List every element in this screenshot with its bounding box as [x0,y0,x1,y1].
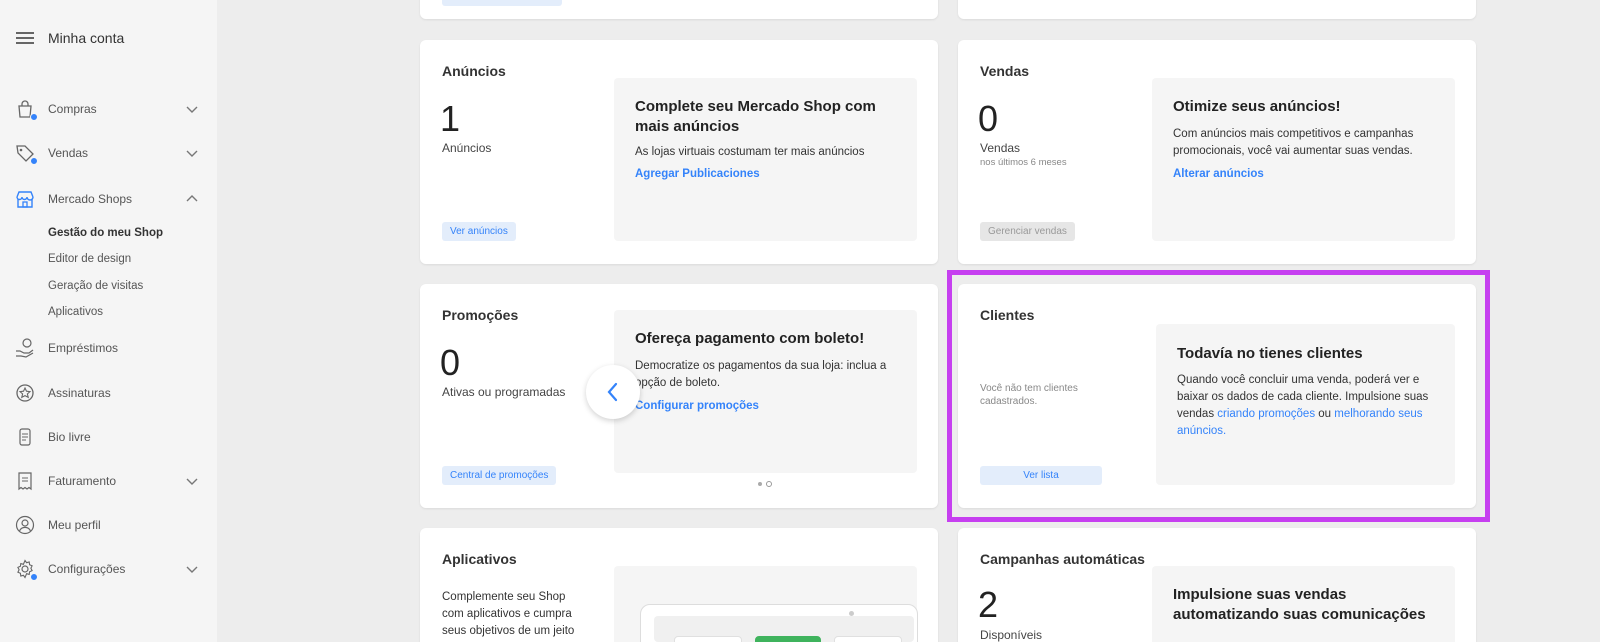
sidebar-header[interactable]: Minha conta [16,30,124,46]
vendas-count-sub: nos últimos 6 meses [980,157,1067,168]
alterar-anuncios-link[interactable]: Alterar anúncios [1173,168,1264,180]
sidebar-item-label: Compras [48,102,97,116]
agregar-publicaciones-link[interactable]: Agregar Publicaciones [635,168,760,180]
campanhas-card: Campanhas automáticas 2 Disponíveis Impu… [958,528,1476,642]
shopping-bag-icon [14,98,38,121]
chevron-up-icon[interactable] [185,192,199,206]
sidebar-item-emprestimos[interactable]: Empréstimos [14,336,199,360]
chevron-down-icon[interactable] [185,146,199,160]
gear-icon [14,558,38,581]
sidebar-subitem-aplicativos[interactable]: Aplicativos [48,306,103,318]
carousel-dot-active[interactable] [766,481,772,487]
central-promocoes-button[interactable]: Central de promoções [442,466,557,485]
sidebar-item-compras[interactable]: Compras [14,97,199,121]
star-badge-icon [14,382,36,404]
vendas-promo-panel: Otimize seus anúncios! Com anúncios mais… [1152,78,1455,241]
chevron-down-icon[interactable] [185,474,199,488]
sidebar-item-vendas[interactable]: Vendas [14,141,199,165]
promo-title: Impulsione suas vendas automatizando sua… [1173,586,1426,623]
vendas-count: 0 [978,98,999,139]
promocoes-card: Promoções 0 Ativas ou programadas Centra… [420,284,938,508]
sidebar-item-label: Mercado Shops [48,192,133,206]
card-title: Campanhas automáticas [980,551,1145,567]
sidebar-item-faturamento[interactable]: Faturamento [14,469,199,493]
promo-title: Otimize seus anúncios! [1173,98,1341,115]
carousel-prev-button[interactable] [586,365,640,419]
receipt-icon [14,470,36,492]
promocoes-promo-panel: Ofereça pagamento com boleto! Democratiz… [614,310,917,473]
sidebar-item-meu-perfil[interactable]: Meu perfil [14,513,199,537]
card-title: Vendas [980,63,1030,79]
promocoes-count: 0 [440,342,461,383]
menu-icon[interactable] [16,31,34,45]
sidebar-item-label: Bio livre [48,430,91,444]
vendas-card: Vendas 0 Vendas nos últimos 6 meses Gere… [958,40,1476,264]
chevron-down-icon[interactable] [185,102,199,116]
illustration-pill [834,636,902,642]
anuncios-promo-panel: Complete seu Mercado Shop com mais anúnc… [614,78,917,241]
sidebar: Minha conta Compras Vendas Mercado Shops… [0,0,217,642]
sidebar-item-bio-livre[interactable]: Bio livre [14,425,199,449]
campanhas-count: 2 [978,584,999,625]
sidebar-item-label: Assinaturas [48,386,111,400]
sidebar-item-assinaturas[interactable]: Assinaturas [14,381,199,405]
chevron-left-icon [607,382,618,402]
chevron-down-icon[interactable] [185,562,199,576]
sidebar-subitem-editor[interactable]: Editor de design [48,253,131,265]
sidebar-item-label: Vendas [48,146,89,160]
top-card-right [958,0,1476,19]
campanhas-count-label: Disponíveis [980,628,1043,642]
sidebar-subitem-visitas[interactable]: Geração de visitas [48,280,143,292]
anuncios-count-label: Anúncios [442,141,492,155]
sidebar-item-label: Meu perfil [48,518,101,532]
configurar-promocoes-link[interactable]: Configurar promoções [635,400,759,412]
notification-dot [30,157,38,165]
notification-dot [30,113,38,121]
anuncios-count: 1 [440,98,461,139]
anuncios-card: Anúncios 1 Anúncios Ver anúncios Complet… [420,40,938,264]
aplicativos-text: Complemente seu Shop com aplicativos e c… [442,591,575,637]
promo-title: Ofereça pagamento com boleto! [635,330,865,347]
user-icon [14,514,36,536]
card-title: Aplicativos [442,551,517,567]
sidebar-item-label: Faturamento [48,474,117,488]
top-card-chip[interactable] [442,0,562,6]
sidebar-item-mercado-shops[interactable]: Mercado Shops [14,187,199,211]
bio-icon [14,426,36,448]
sidebar-item-label: Configurações [48,562,126,576]
illustration-pill [674,636,742,642]
campanhas-promo-panel: Impulsione suas vendas automatizando sua… [1152,566,1455,642]
tag-icon [14,142,38,165]
promocoes-count-label: Ativas ou programadas [442,385,566,399]
carousel-dots[interactable] [758,481,772,487]
gerenciar-vendas-button[interactable]: Gerenciar vendas [980,222,1075,241]
card-title: Anúncios [442,63,506,79]
top-card-left [420,0,938,19]
store-icon [14,188,36,210]
vendas-count-label: Vendas [980,141,1021,155]
carousel-dot[interactable] [758,482,762,486]
sidebar-title: Minha conta [48,30,125,46]
illustration-pill-active [755,636,821,642]
promo-text: Com anúncios mais competitivos e campanh… [1173,128,1414,157]
card-title: Promoções [442,307,519,323]
highlight-box [947,270,1490,522]
promo-title: Complete seu Mercado Shop com mais anúnc… [635,98,876,135]
promo-text: Democratize os pagamentos da sua loja: i… [635,360,887,389]
sidebar-item-configuracoes[interactable]: Configurações [14,557,199,581]
sidebar-subitem-gestao[interactable]: Gestão do meu Shop [48,227,163,239]
hand-money-icon [14,337,36,359]
notification-dot [30,573,38,581]
promo-text: As lojas virtuais costumam ter mais anún… [635,146,865,158]
ver-anuncios-button[interactable]: Ver anúncios [442,222,516,241]
sidebar-item-label: Empréstimos [48,341,119,355]
